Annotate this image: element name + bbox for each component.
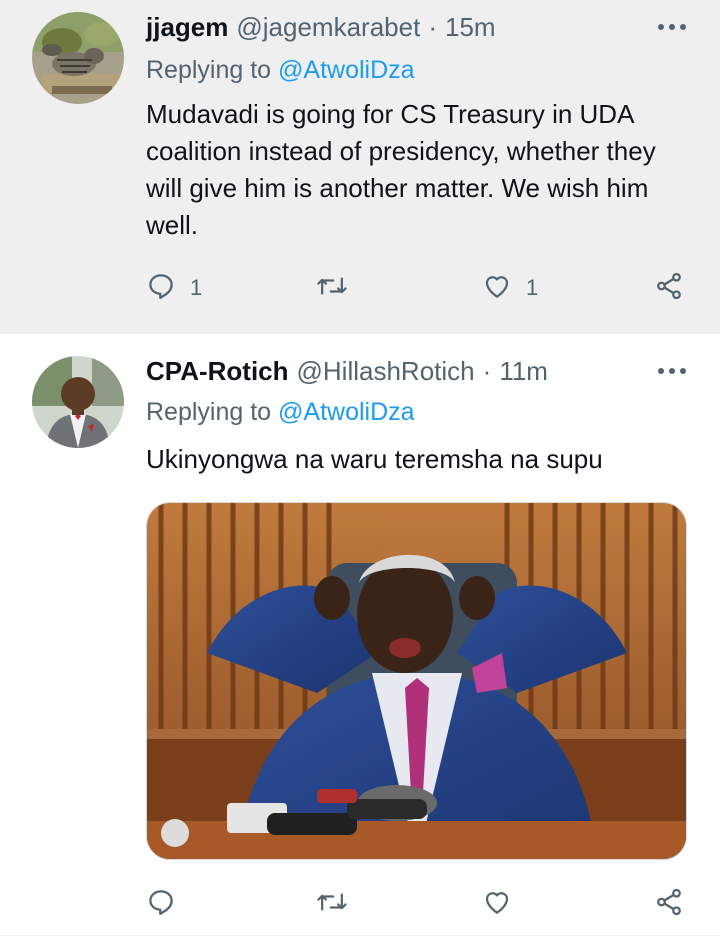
tweet-header: CPA-Rotich @HillashRotich · 11m	[146, 354, 690, 388]
reply-icon	[146, 271, 176, 306]
share-button[interactable]	[654, 886, 684, 922]
mention-link[interactable]: @AtwoliDza	[278, 398, 415, 426]
separator: ·	[428, 11, 437, 42]
retweet-icon	[316, 271, 348, 306]
like-button[interactable]	[482, 886, 526, 922]
more-icon[interactable]	[654, 10, 690, 44]
reply-button[interactable]	[146, 886, 190, 922]
timestamp[interactable]: 11m	[499, 356, 548, 387]
reply-icon	[146, 887, 176, 922]
share-icon	[654, 887, 684, 922]
like-icon	[482, 271, 512, 306]
retweet-icon	[316, 887, 348, 922]
like-button[interactable]: 1	[482, 270, 538, 306]
tweet-actions: 1 1	[146, 270, 691, 306]
retweet-button[interactable]	[316, 270, 362, 306]
replying-to: Replying to @AtwoliDza	[146, 398, 415, 427]
tweet-text: Ukinyongwa na waru teremsha na supu	[146, 444, 603, 474]
tweet[interactable]: CPA-Rotich @HillashRotich · 11m Replying…	[0, 334, 720, 936]
display-name[interactable]: CPA-Rotich	[146, 356, 289, 387]
like-icon	[482, 887, 512, 922]
avatar[interactable]	[32, 356, 124, 448]
like-count: 1	[526, 275, 539, 300]
tweet[interactable]: jjagem @jagemkarabet · 15m Replying to @…	[0, 0, 720, 334]
avatar[interactable]	[32, 12, 124, 104]
tweet-photo[interactable]	[146, 502, 687, 860]
username[interactable]: @HillashRotich	[297, 356, 475, 387]
username[interactable]: @jagemkarabet	[236, 12, 420, 43]
timestamp[interactable]: 15m	[445, 12, 496, 43]
mention-link[interactable]: @AtwoliDza	[278, 56, 415, 84]
share-icon	[654, 271, 684, 306]
replying-to: Replying to @AtwoliDza	[146, 56, 415, 85]
tweet-text: Mudavadi is going for CS Treasury in UDA…	[146, 99, 656, 240]
reply-count: 1	[190, 275, 203, 300]
reply-button[interactable]: 1	[146, 270, 202, 306]
replying-prefix: Replying to	[146, 398, 272, 426]
retweet-button[interactable]	[316, 886, 362, 922]
display-name[interactable]: jjagem	[146, 12, 228, 43]
replying-prefix: Replying to	[146, 56, 272, 84]
tweet-header: jjagem @jagemkarabet · 15m	[146, 10, 690, 44]
more-icon[interactable]	[654, 354, 690, 388]
separator: ·	[482, 355, 492, 386]
share-button[interactable]	[654, 270, 684, 306]
tweet-actions	[146, 886, 691, 922]
